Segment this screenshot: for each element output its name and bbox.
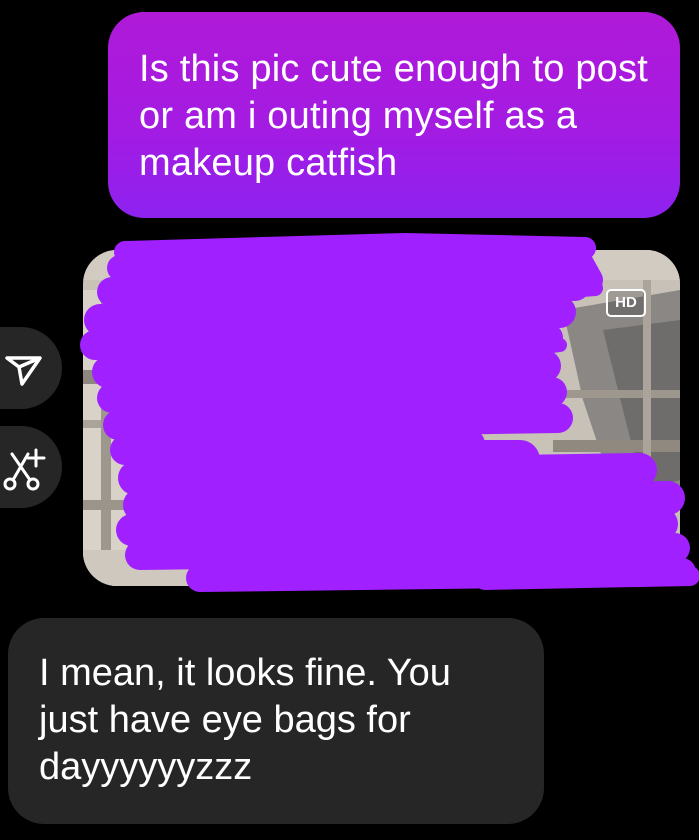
sent-message-text: Is this pic cute enough to post or am i …: [139, 48, 648, 184]
received-message-text: I mean, it looks fine. You just have eye…: [39, 652, 451, 788]
ai-edit-icon: [3, 448, 46, 491]
share-button[interactable]: [0, 327, 62, 409]
hd-badge: HD: [606, 289, 646, 317]
photo-content: [83, 250, 680, 586]
chat-screen: Is this pic cute enough to post or am i …: [0, 0, 699, 840]
share-icon: [5, 356, 42, 386]
shared-photo[interactable]: [83, 250, 680, 586]
ai-edit-button[interactable]: [0, 426, 62, 508]
sent-message-bubble[interactable]: Is this pic cute enough to post or am i …: [108, 12, 680, 218]
received-message-bubble[interactable]: I mean, it looks fine. You just have eye…: [8, 618, 544, 824]
